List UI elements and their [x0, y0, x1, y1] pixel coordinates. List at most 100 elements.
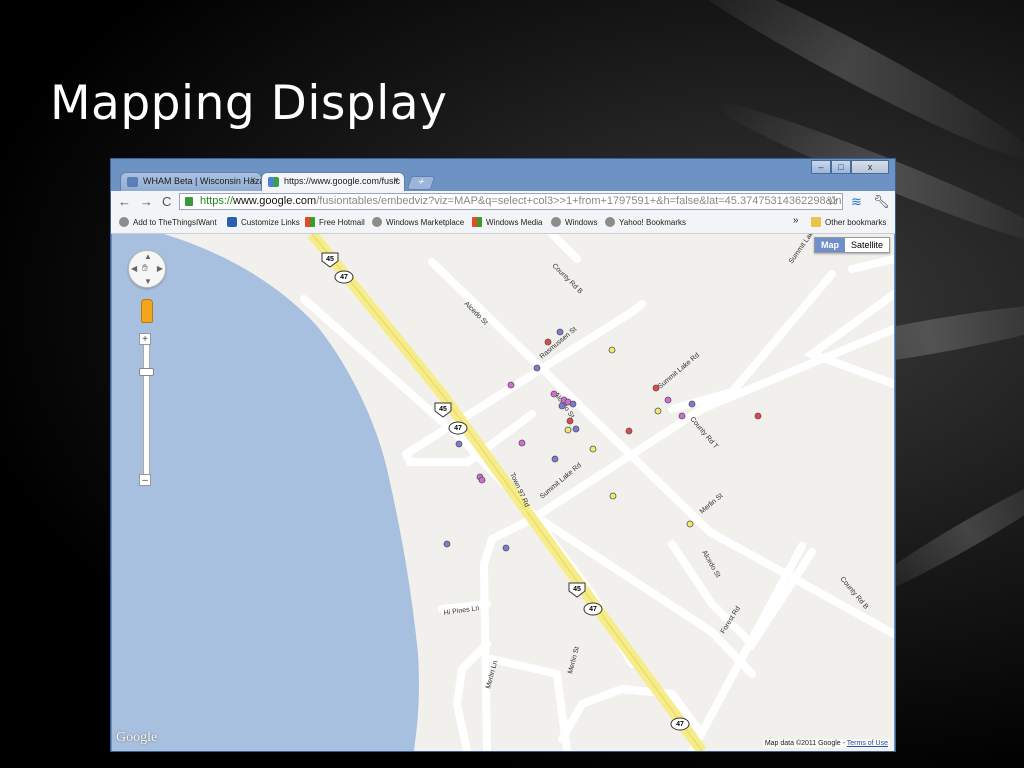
- browser-window: WHAM Beta | Wisconsin Hazar × https://ww…: [110, 158, 896, 752]
- marker-dot[interactable]: [455, 440, 463, 448]
- windows-icon: [472, 217, 482, 227]
- street-label: Summit Lake Rd: [657, 352, 701, 391]
- pegman-icon[interactable]: [141, 299, 153, 323]
- extension-icon[interactable]: ≋: [851, 194, 862, 210]
- pan-up-icon[interactable]: ▲: [144, 252, 152, 261]
- address-bar[interactable]: https://www.google.com/fusiontables/embe…: [179, 193, 843, 210]
- marker-dot[interactable]: [518, 439, 526, 447]
- bookmark-item[interactable]: Yahoo! Bookmarks: [605, 217, 686, 227]
- route-shield-label: 47: [454, 425, 462, 432]
- marker-dot[interactable]: [608, 346, 616, 354]
- zoom-in-button[interactable]: +: [139, 333, 151, 345]
- globe-icon: [605, 217, 615, 227]
- close-window-button[interactable]: x: [851, 160, 889, 174]
- google-logo: Google: [116, 730, 158, 745]
- close-icon[interactable]: ×: [393, 175, 399, 186]
- marker-dot[interactable]: [550, 390, 558, 398]
- pan-left-icon[interactable]: ◀: [131, 264, 137, 273]
- close-icon[interactable]: ×: [250, 175, 256, 186]
- minimize-button[interactable]: –: [811, 160, 831, 174]
- map-canvas[interactable]: 45 47 45 47 45 47 47 County Rd B Alcedo …: [112, 234, 894, 751]
- marker-dot[interactable]: [572, 425, 580, 433]
- browser-toolbar: ← → C https://www.google.com/fusiontable…: [111, 191, 895, 213]
- marker-dot[interactable]: [652, 384, 660, 392]
- marker-dot[interactable]: [678, 412, 686, 420]
- marker-dot[interactable]: [544, 338, 552, 346]
- bookmark-label: Yahoo! Bookmarks: [619, 217, 686, 227]
- route-shield-label: 47: [340, 274, 348, 281]
- other-bookmarks[interactable]: Other bookmarks: [811, 217, 886, 227]
- window-controls: – □ x: [811, 160, 889, 174]
- map-type-map-button[interactable]: Map: [814, 238, 845, 252]
- bookmark-item[interactable]: Customize Links: [227, 217, 300, 227]
- forward-button[interactable]: →: [140, 194, 153, 209]
- marker-dot[interactable]: [688, 400, 696, 408]
- terms-of-use-link[interactable]: Terms of Use: [847, 740, 888, 747]
- bookmark-item[interactable]: Add to TheThingsIWant: [119, 217, 217, 227]
- zoom-out-button[interactable]: –: [139, 474, 151, 486]
- county-rd-b-north: [548, 234, 581, 263]
- bookmarks-bar: Add to TheThingsIWant Customize Links Fr…: [111, 213, 895, 234]
- windows-icon: [305, 217, 315, 227]
- bookmark-label: Add to TheThingsIWant: [133, 217, 217, 227]
- marker-dot[interactable]: [507, 381, 515, 389]
- marker-dot[interactable]: [566, 417, 574, 425]
- folder-icon: [811, 217, 821, 227]
- map-type-control: Map Satellite: [813, 237, 890, 253]
- marker-dot[interactable]: [443, 540, 451, 548]
- marker-dot[interactable]: [569, 400, 577, 408]
- pan-control[interactable]: ▲ ▼ ◀ ▶ ✋︎: [128, 250, 166, 288]
- url-path: /fusiontables/embedviz?viz=MAP&q=select+…: [316, 195, 843, 207]
- bookmark-label: Free Hotmail: [319, 217, 365, 227]
- marker-dot[interactable]: [502, 544, 510, 552]
- summit-lake-rd-east: [848, 255, 894, 273]
- bookmarks-overflow-button[interactable]: »: [793, 215, 799, 226]
- east-road: [803, 290, 894, 388]
- back-button[interactable]: ←: [118, 194, 131, 209]
- map-type-satellite-button[interactable]: Satellite: [844, 238, 889, 252]
- tab-google-fusion[interactable]: https://www.google.com/fusic ×: [261, 172, 405, 191]
- route-shield-label: 45: [573, 586, 581, 593]
- new-tab-button[interactable]: +: [406, 176, 436, 190]
- marker-dot[interactable]: [478, 476, 486, 484]
- other-bookmarks-label: Other bookmarks: [825, 217, 887, 227]
- zoom-slider-track[interactable]: [143, 339, 150, 476]
- marker-dot[interactable]: [564, 426, 572, 434]
- marker-dot[interactable]: [654, 407, 662, 415]
- wrench-icon[interactable]: 🔧︎: [873, 194, 890, 210]
- bookmark-label: Windows Marketplace: [386, 217, 465, 227]
- bookmark-item[interactable]: Free Hotmail: [305, 217, 365, 227]
- pan-right-icon[interactable]: ▶: [157, 264, 163, 273]
- marker-dot[interactable]: [686, 520, 694, 528]
- marker-dot[interactable]: [609, 492, 617, 500]
- maximize-button[interactable]: □: [831, 160, 851, 174]
- merlin-st-west: [479, 515, 536, 751]
- bookmark-item[interactable]: Windows: [551, 217, 597, 227]
- marker-dot[interactable]: [625, 427, 633, 435]
- pan-down-icon[interactable]: ▼: [144, 277, 152, 286]
- wi-47-shield: 47: [670, 717, 690, 731]
- street-label: County Rd T: [688, 416, 719, 451]
- marker-dot[interactable]: [589, 445, 597, 453]
- marker-dot[interactable]: [664, 396, 672, 404]
- bookmark-item[interactable]: Windows Media: [472, 217, 542, 227]
- hand-icon: ✋︎: [142, 263, 148, 274]
- marker-dot[interactable]: [551, 455, 559, 463]
- bookmark-item[interactable]: Windows Marketplace: [372, 217, 464, 227]
- globe-icon: [372, 217, 382, 227]
- zoom-slider-handle[interactable]: [139, 368, 154, 376]
- street-label: Merlin St: [699, 492, 725, 515]
- marker-dot[interactable]: [754, 412, 762, 420]
- marker-dot[interactable]: [556, 328, 564, 336]
- reload-button[interactable]: C: [162, 194, 171, 209]
- street-label: Merlin St: [567, 646, 581, 675]
- forest-rd-road: [688, 542, 806, 751]
- route-shield-label: 45: [439, 406, 447, 413]
- marker-dot[interactable]: [558, 402, 566, 410]
- star-icon[interactable]: ☆: [827, 193, 839, 209]
- route-shield-label: 47: [676, 721, 684, 728]
- merlin-st-south: [488, 655, 571, 751]
- street-label: Alcedo St: [700, 550, 721, 579]
- tab-wham-beta[interactable]: WHAM Beta | Wisconsin Hazar ×: [120, 172, 262, 191]
- marker-dot[interactable]: [533, 364, 541, 372]
